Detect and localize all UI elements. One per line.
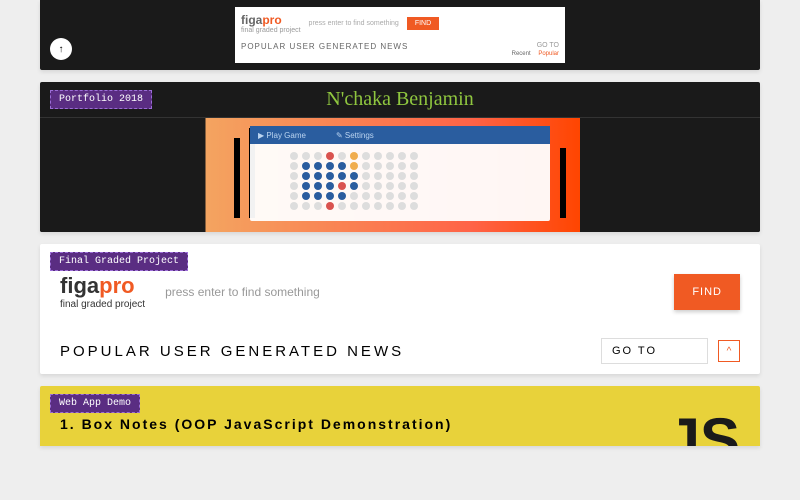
- tab-settings: ✎ Settings: [336, 131, 374, 140]
- final-graded-project-card[interactable]: Final Graded Project figapro final grade…: [40, 244, 760, 374]
- mini-search-placeholder: press enter to find something: [309, 20, 399, 27]
- card-label: Portfolio 2018: [50, 90, 152, 109]
- search-input[interactable]: press enter to find something: [165, 285, 654, 299]
- logo-text: figa: [60, 273, 99, 298]
- mini-link-popular: Popular: [538, 51, 559, 57]
- find-button[interactable]: FIND: [674, 274, 740, 310]
- tower-icon: [234, 138, 240, 218]
- logo-accent: pro: [99, 273, 134, 298]
- portfolio-2018-card[interactable]: Portfolio 2018 N'chaka Benjamin ▶ Play G…: [40, 82, 760, 232]
- scroll-top-button[interactable]: ^: [718, 340, 740, 362]
- mini-link-recent: Recent: [512, 51, 531, 57]
- tower-icon: [560, 148, 566, 218]
- mini-logo-text: figa: [241, 13, 262, 27]
- game-tabs: ▶ Play Game ✎ Settings: [250, 126, 550, 144]
- goto-dropdown[interactable]: GO TO: [601, 338, 708, 364]
- caret-up-icon: ^: [727, 346, 732, 357]
- popular-heading: POPULAR USER GENERATED NEWS: [60, 343, 404, 360]
- tab-play: ▶ Play Game: [258, 131, 306, 140]
- scroll-top-button[interactable]: ↑: [50, 38, 72, 60]
- mini-goto-links: Recent Popular: [506, 51, 559, 57]
- portfolio-title: N'chaka Benjamin: [326, 88, 473, 111]
- mini-logo-accent: pro: [262, 13, 281, 27]
- portfolio-preview: ▶ Play Game ✎ Settings: [40, 118, 760, 232]
- mini-popular-heading: POPULAR USER GENERATED NEWS: [241, 42, 408, 51]
- search-row: figapro final graded project press enter…: [60, 274, 740, 310]
- mini-goto: GO TO: [537, 42, 559, 49]
- mini-logo: figapro final graded project: [241, 13, 301, 34]
- web-app-demo-card[interactable]: Web App Demo 1. Box Notes (OOP JavaScrip…: [40, 386, 760, 446]
- goto-wrap: GO TO ^: [601, 338, 740, 364]
- figapro-logo: figapro final graded project: [60, 275, 145, 310]
- game-grid: [250, 144, 550, 210]
- bottom-row: POPULAR USER GENERATED NEWS GO TO ^: [60, 338, 740, 364]
- arrow-up-icon: ↑: [59, 44, 64, 55]
- portfolio-card-top: figapro final graded project press enter…: [40, 0, 760, 70]
- js-badge: JS: [667, 405, 740, 446]
- demo-title: 1. Box Notes (OOP JavaScript Demonstrati…: [60, 416, 740, 432]
- game-preview: ▶ Play Game ✎ Settings: [250, 126, 550, 221]
- card-label: Web App Demo: [50, 394, 140, 413]
- logo-subtitle: final graded project: [60, 299, 145, 310]
- mini-preview: figapro final graded project press enter…: [235, 7, 565, 63]
- mini-logo-row: figapro final graded project press enter…: [241, 13, 559, 34]
- mini-find-button: FIND: [407, 17, 439, 30]
- mini-logo-sub: final graded project: [241, 27, 301, 34]
- card-label: Final Graded Project: [50, 252, 188, 271]
